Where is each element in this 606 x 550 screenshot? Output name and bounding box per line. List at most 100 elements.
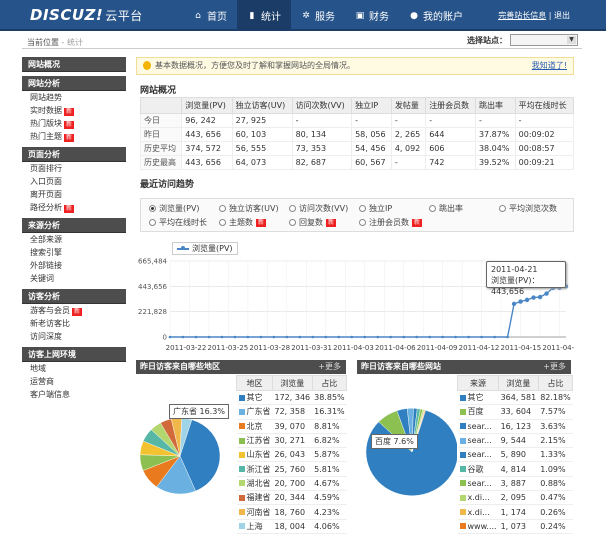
name-cell: www.... [457, 519, 499, 534]
logo[interactable]: DISCUZ! 云平台 [30, 6, 143, 24]
sidebar-item[interactable]: 网站趋势 [22, 91, 126, 104]
data-point[interactable] [350, 335, 354, 339]
sidebar-item[interactable]: 运营商 [22, 375, 126, 388]
complete-info-link[interactable]: 完善站长信息 [498, 11, 546, 20]
dismiss-notice-link[interactable]: 我知道了! [532, 58, 567, 74]
metric-option[interactable]: 访问次数(VV) [289, 203, 348, 214]
sidebar-item[interactable]: 游客与会员新 [22, 304, 126, 317]
data-point[interactable] [402, 335, 406, 339]
sidebar-group-title[interactable]: 访客上网环境 [22, 347, 126, 362]
radio-button[interactable] [289, 219, 296, 226]
site-more-link[interactable]: +更多 [543, 360, 566, 374]
data-point[interactable] [259, 335, 263, 339]
metric-option[interactable]: 回复数新 [289, 217, 337, 228]
table-row: 湖北省 20, 700 4.67% [236, 476, 347, 492]
data-point[interactable] [493, 335, 496, 339]
data-point[interactable] [415, 335, 418, 339]
data-point[interactable] [324, 335, 328, 339]
data-point[interactable] [220, 335, 224, 339]
data-point[interactable] [207, 335, 211, 339]
metric-option[interactable]: 独立访客(UV) [219, 203, 279, 214]
sidebar-item[interactable]: 路径分析新 [22, 201, 126, 214]
pct-cell: 8.81% [312, 419, 347, 434]
sidebar-item[interactable]: 页面排行 [22, 162, 126, 175]
metric-option[interactable]: 平均在线时长 [149, 217, 207, 228]
radio-button[interactable] [219, 219, 226, 226]
sidebar-item[interactable]: 客户端信息 [22, 388, 126, 401]
data-point[interactable] [467, 335, 470, 339]
data-point[interactable] [168, 335, 172, 339]
sidebar-item[interactable]: 访问深度 [22, 330, 126, 343]
data-point[interactable] [298, 335, 302, 339]
table-row: x.di... 2, 095 0.47% [457, 490, 573, 506]
data-point[interactable] [363, 335, 367, 339]
nav-finance[interactable]: ▣ 财务 [345, 0, 399, 31]
data-point[interactable] [441, 335, 444, 339]
radio-button[interactable] [149, 219, 156, 226]
data-point[interactable] [246, 335, 250, 339]
sidebar-group-title[interactable]: 来源分析 [22, 218, 126, 233]
data-point[interactable] [480, 335, 483, 339]
data-point[interactable] [285, 335, 289, 339]
sidebar-item[interactable]: 搜索引擎 [22, 246, 126, 259]
sidebar-item[interactable]: 离开页面 [22, 188, 126, 201]
metric-option[interactable]: 浏览量(PV) [149, 203, 200, 214]
radio-button[interactable] [219, 205, 226, 212]
data-point[interactable] [524, 297, 530, 303]
radio-button[interactable] [499, 205, 506, 212]
sidebar-item[interactable]: 热门版块新 [22, 117, 126, 130]
home-icon: ⌂ [195, 10, 201, 21]
row-name: sear... [467, 478, 492, 488]
data-point[interactable] [337, 335, 341, 339]
radio-button[interactable] [289, 205, 296, 212]
radio-button[interactable] [359, 205, 366, 212]
radio-button[interactable] [359, 219, 366, 226]
sidebar-item[interactable]: 全部来源 [22, 233, 126, 246]
data-point[interactable] [194, 335, 198, 339]
sidebar-item[interactable]: 入口页面 [22, 175, 126, 188]
metric-option[interactable]: 注册会员数新 [359, 217, 423, 228]
radio-button[interactable] [429, 205, 436, 212]
sidebar-item-label: 入口页面 [30, 177, 62, 186]
radio-button[interactable] [149, 205, 156, 212]
nav-home[interactable]: ⌂ 首页 [183, 0, 237, 31]
sidebar-item[interactable]: 关键词 [22, 272, 126, 285]
sidebar-group-title[interactable]: 页面分析 [22, 147, 126, 162]
data-point[interactable] [233, 335, 237, 339]
metric-option[interactable]: 主题数新 [219, 217, 267, 228]
sidebar-item[interactable]: 实时数据新 [22, 104, 126, 117]
data-point[interactable] [389, 335, 393, 339]
nav-stats[interactable]: ▮ 统计 [237, 0, 291, 31]
name-cell: 上海 [236, 519, 273, 534]
table-row: 江苏省 30, 271 6.82% [236, 433, 347, 449]
pv-cell: 5, 890 [498, 447, 539, 463]
line-swatch [177, 245, 189, 250]
option-label: 平均浏览次数 [509, 204, 557, 213]
nav-services[interactable]: ✲ 服务 [291, 0, 345, 31]
region-more-link[interactable]: +更多 [318, 360, 341, 374]
sidebar-item[interactable]: 外部链接 [22, 259, 126, 272]
data-point[interactable] [311, 335, 315, 339]
data-point[interactable] [454, 335, 457, 339]
metric-option[interactable]: 平均浏览次数 [499, 203, 557, 214]
logout-link[interactable]: 退出 [554, 11, 570, 20]
data-point[interactable] [428, 335, 431, 339]
sidebar-item[interactable]: 新老访客比 [22, 317, 126, 330]
sidebar-group-title[interactable]: 访客分析 [22, 289, 126, 304]
metric-option[interactable]: 独立IP [359, 203, 392, 214]
data-point[interactable] [518, 299, 523, 304]
site-dropdown[interactable]: ▼ [510, 34, 578, 46]
data-point[interactable] [272, 335, 276, 339]
chart-legend[interactable]: 浏览量(PV) [172, 242, 238, 255]
metric-options: 浏览量(PV) 独立访客(UV) 访问次数(VV) 独立IP 跳出率 平均浏览次数平均在线… [140, 198, 574, 232]
sidebar-group-title[interactable]: 网站概况 [22, 57, 126, 72]
sidebar-item[interactable]: 热门主题新 [22, 130, 126, 143]
data-point[interactable] [511, 301, 517, 307]
data-point[interactable] [506, 335, 509, 339]
sidebar-group-title[interactable]: 网站分析 [22, 76, 126, 91]
nav-account[interactable]: ● 我的账户 [399, 0, 473, 31]
data-point[interactable] [376, 335, 380, 339]
data-point[interactable] [181, 335, 185, 339]
metric-option[interactable]: 跳出率 [429, 203, 463, 214]
sidebar-item[interactable]: 地域 [22, 362, 126, 375]
